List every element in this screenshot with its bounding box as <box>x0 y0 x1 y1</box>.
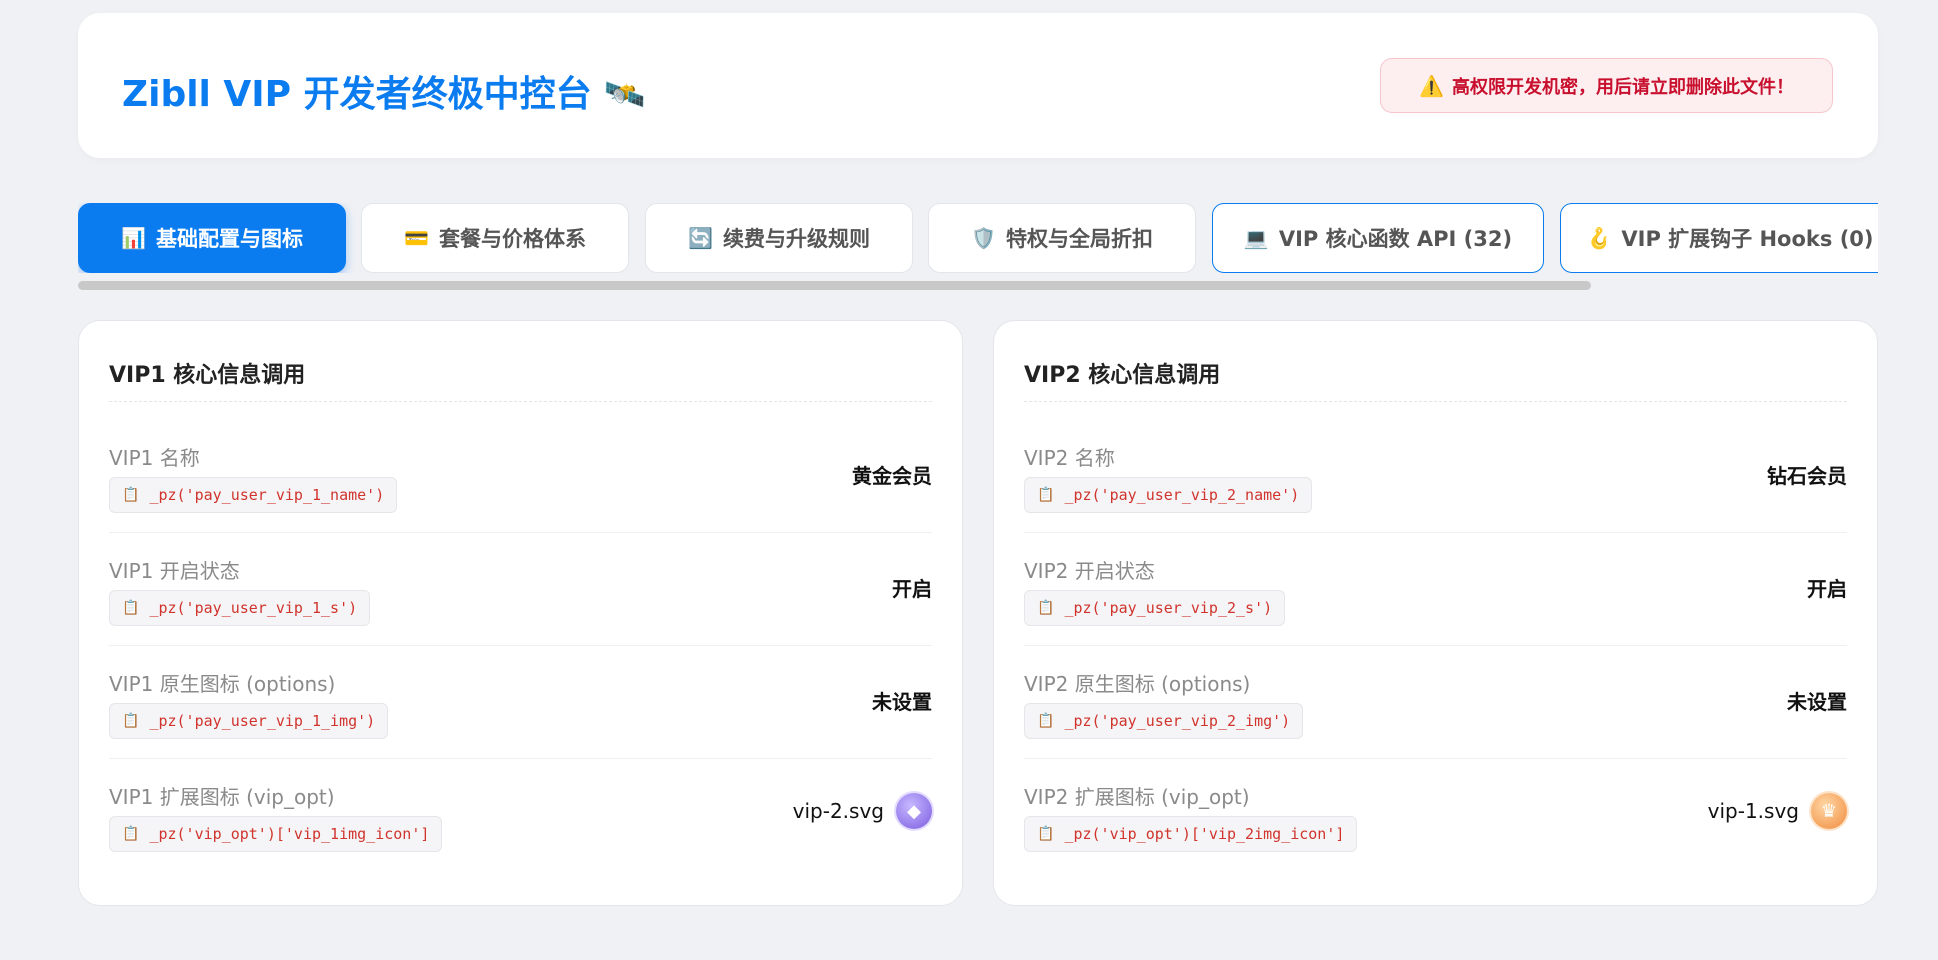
tab-scrollbar-thumb[interactable] <box>78 281 1591 290</box>
vip1-info-card: VIP1 核心信息调用 VIP1 名称 📋 _pz('pay_user_vip_… <box>78 320 963 906</box>
code-text: _pz('pay_user_vip_2_name') <box>1064 486 1300 504</box>
clipboard-icon: 📋 <box>122 713 140 729</box>
bar-chart-icon: 📊 <box>121 226 146 250</box>
clipboard-icon: 📋 <box>1037 487 1055 503</box>
clipboard-icon: 📋 <box>1037 713 1055 729</box>
tab-renewal-upgrade[interactable]: 🔄 续费与升级规则 <box>645 203 913 273</box>
info-row-native-icon: VIP1 原生图标 (options) 📋 _pz('pay_user_vip_… <box>109 646 932 759</box>
tab-label: 续费与升级规则 <box>722 227 870 251</box>
tab-label: 套餐与价格体系 <box>438 227 586 251</box>
code-snippet[interactable]: 📋 _pz('vip_opt')['vip_1img_icon'] <box>109 816 443 852</box>
tab-label: 特权与全局折扣 <box>1005 227 1153 251</box>
security-warning-badge: ⚠️ 高权限开发机密，用后请立即删除此文件！ <box>1380 58 1833 113</box>
row-label: VIP2 扩展图标 (vip_opt) <box>1024 785 1250 809</box>
tab-label: VIP 扩展钩子 Hooks (0) <box>1621 227 1874 251</box>
code-text: _pz('pay_user_vip_2_s') <box>1064 599 1273 617</box>
card-title: VIP1 核心信息调用 <box>109 363 306 388</box>
file-name: vip-2.svg <box>792 799 884 823</box>
row-label: VIP2 名称 <box>1024 446 1115 470</box>
row-label: VIP1 开启状态 <box>109 559 240 583</box>
divider <box>1024 401 1847 402</box>
diamond-icon: ◆ <box>896 793 932 829</box>
code-snippet[interactable]: 📋 _pz('pay_user_vip_1_img') <box>109 703 389 739</box>
code-snippet[interactable]: 📋 _pz('pay_user_vip_2_name') <box>1024 477 1313 513</box>
row-value: 黄金会员 <box>852 464 932 488</box>
tab-core-api[interactable]: 💻 VIP 核心函数 API (32) <box>1212 203 1544 273</box>
shield-icon: 🛡️ <box>971 226 996 250</box>
info-row-native-icon: VIP2 原生图标 (options) 📋 _pz('pay_user_vip_… <box>1024 646 1847 759</box>
code-text: _pz('vip_opt')['vip_1img_icon'] <box>149 825 430 843</box>
code-text: _pz('pay_user_vip_1_name') <box>149 486 385 504</box>
row-value: 开启 <box>892 577 932 601</box>
file-name: vip-1.svg <box>1707 799 1799 823</box>
divider <box>109 401 932 402</box>
laptop-icon: 💻 <box>1243 226 1269 250</box>
row-label: VIP1 名称 <box>109 446 200 470</box>
code-text: _pz('pay_user_vip_1_img') <box>149 712 376 730</box>
row-label: VIP1 扩展图标 (vip_opt) <box>109 785 335 809</box>
hook-icon: 🪝 <box>1586 226 1612 250</box>
tab-extension-hooks[interactable]: 🪝 VIP 扩展钩子 Hooks (0) <box>1560 203 1878 273</box>
card-title: VIP2 核心信息调用 <box>1024 363 1221 388</box>
clipboard-icon: 📋 <box>1037 600 1055 616</box>
row-value: 钻石会员 <box>1767 464 1847 488</box>
page-header: Zibll VIP 开发者终极中控台 🛰️ ⚠️ 高权限开发机密，用后请立即删除此… <box>78 13 1878 158</box>
info-row-status: VIP2 开启状态 📋 _pz('pay_user_vip_2_s') 开启 <box>1024 533 1847 646</box>
clipboard-icon: 📋 <box>122 826 140 842</box>
code-text: _pz('vip_opt')['vip_2img_icon'] <box>1064 825 1345 843</box>
info-row-extended-icon: VIP2 扩展图标 (vip_opt) 📋 _pz('vip_opt')['vi… <box>1024 759 1847 872</box>
code-snippet[interactable]: 📋 _pz('pay_user_vip_2_img') <box>1024 703 1304 739</box>
info-row-status: VIP1 开启状态 📋 _pz('pay_user_vip_1_s') 开启 <box>109 533 932 646</box>
code-text: _pz('pay_user_vip_1_s') <box>149 599 358 617</box>
tab-bar: 📊 基础配置与图标 💳 套餐与价格体系 🔄 续费与升级规则 🛡️ 特权与全局折扣… <box>78 203 1878 273</box>
tab-scrollbar[interactable] <box>78 281 1878 291</box>
code-text: _pz('pay_user_vip_2_img') <box>1064 712 1291 730</box>
row-value-file: vip-1.svg ♛ <box>1708 789 1847 833</box>
code-snippet[interactable]: 📋 _pz('pay_user_vip_1_s') <box>109 590 371 626</box>
warning-icon: ⚠️ <box>1419 73 1444 98</box>
clipboard-icon: 📋 <box>122 487 140 503</box>
credit-card-icon: 💳 <box>404 226 429 250</box>
code-snippet[interactable]: 📋 _pz('vip_opt')['vip_2img_icon'] <box>1024 816 1358 852</box>
page-title: Zibll VIP 开发者终极中控台 🛰️ <box>122 65 646 117</box>
warning-text: 高权限开发机密，用后请立即删除此文件！ <box>1451 76 1794 98</box>
refresh-icon: 🔄 <box>688 226 713 250</box>
satellite-icon: 🛰️ <box>603 75 646 115</box>
clipboard-icon: 📋 <box>1037 826 1055 842</box>
clipboard-icon: 📋 <box>122 600 140 616</box>
tab-plans-pricing[interactable]: 💳 套餐与价格体系 <box>361 203 629 273</box>
tab-basic-config[interactable]: 📊 基础配置与图标 <box>78 203 346 273</box>
row-value-file: vip-2.svg ◆ <box>793 789 932 833</box>
tab-label: VIP 核心函数 API (32) <box>1278 227 1513 251</box>
row-label: VIP2 开启状态 <box>1024 559 1155 583</box>
info-row-name: VIP1 名称 📋 _pz('pay_user_vip_1_name') 黄金会… <box>109 420 932 533</box>
info-row-extended-icon: VIP1 扩展图标 (vip_opt) 📋 _pz('vip_opt')['vi… <box>109 759 932 872</box>
tab-label: 基础配置与图标 <box>155 227 303 251</box>
row-value: 未设置 <box>872 690 932 714</box>
vip2-info-card: VIP2 核心信息调用 VIP2 名称 📋 _pz('pay_user_vip_… <box>993 320 1878 906</box>
info-row-name: VIP2 名称 📋 _pz('pay_user_vip_2_name') 钻石会… <box>1024 420 1847 533</box>
tab-privileges-discount[interactable]: 🛡️ 特权与全局折扣 <box>928 203 1196 273</box>
code-snippet[interactable]: 📋 _pz('pay_user_vip_2_s') <box>1024 590 1286 626</box>
code-snippet[interactable]: 📋 _pz('pay_user_vip_1_name') <box>109 477 398 513</box>
row-value: 未设置 <box>1787 690 1847 714</box>
row-label: VIP1 原生图标 (options) <box>109 672 336 696</box>
page-title-text: Zibll VIP 开发者终极中控台 <box>122 74 592 115</box>
crown-icon: ♛ <box>1811 793 1847 829</box>
row-label: VIP2 原生图标 (options) <box>1024 672 1251 696</box>
row-value: 开启 <box>1807 577 1847 601</box>
